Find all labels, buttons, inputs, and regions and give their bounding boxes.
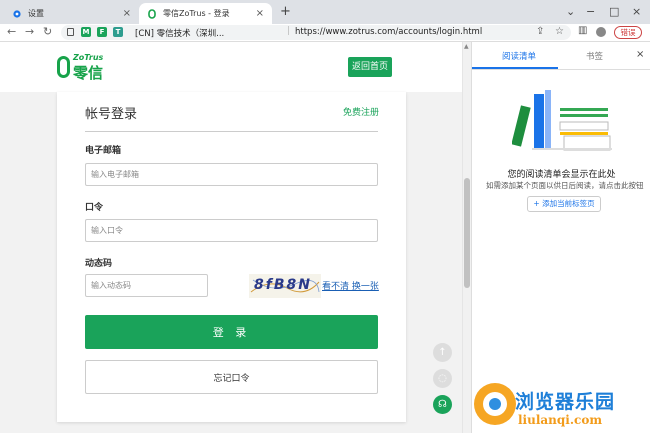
code-field[interactable] <box>85 274 208 297</box>
close-icon[interactable]: × <box>636 49 644 60</box>
add-current-tab-button[interactable]: + 添加当前标签页 <box>527 196 601 212</box>
reading-list-illustration-icon <box>512 90 612 151</box>
login-title: 帐号登录 <box>85 107 138 122</box>
window-close-icon[interactable]: × <box>632 5 641 18</box>
url-text[interactable]: https://www.zotrus.com/accounts/login.ht… <box>295 27 482 37</box>
empty-state-description: 如需添加某个页面以供日后阅读，请点击此按钮 <box>486 181 644 190</box>
site-identity-chip[interactable]: [CN] 零信技术（深圳... <box>135 27 224 39</box>
tab-zotrus-login[interactable]: 零信ZoTrus - 登录 × <box>139 3 272 24</box>
address-bar[interactable]: M F T [CN] 零信技术（深圳... | https://www.zotr… <box>61 25 571 40</box>
code-label: 动态码 <box>85 259 113 269</box>
zotrus-favicon-icon <box>148 8 156 19</box>
scroll-top-icon[interactable]: ↑ <box>433 343 452 362</box>
minimize-icon[interactable]: − <box>586 5 595 18</box>
chat-icon[interactable]: ◌ <box>433 369 452 388</box>
site-header: ZoTrus 零信 返回首页 <box>0 42 462 92</box>
email-label: 电子邮箱 <box>85 146 122 156</box>
tab-settings[interactable]: 设置 × <box>4 3 139 24</box>
error-button[interactable]: 错误 <box>614 26 642 39</box>
share-icon[interactable]: ⇪ <box>536 26 544 37</box>
refresh-captcha-link[interactable]: 看不清 换一张 <box>322 279 379 292</box>
watermark-title: 浏览器乐园 <box>515 391 616 413</box>
close-tab-icon[interactable]: × <box>123 8 131 19</box>
forgot-password-button[interactable]: 忘记口令 <box>85 360 378 394</box>
page-scrollbar[interactable]: ▲ <box>462 42 471 433</box>
zotrus-logo-icon[interactable] <box>57 56 70 78</box>
register-link[interactable]: 免费注册 <box>343 105 379 118</box>
password-label: 口令 <box>85 203 104 213</box>
extension-t-icon[interactable]: T <box>113 27 123 37</box>
lock-icon[interactable] <box>67 28 74 36</box>
side-panel-icon[interactable]: ▥ <box>578 25 587 36</box>
extension-m-icon[interactable]: M <box>81 27 91 37</box>
new-tab-button[interactable]: + <box>280 4 291 19</box>
tab-reading-list[interactable]: 阅读清单 <box>502 50 536 62</box>
maximize-icon[interactable]: □ <box>609 5 619 18</box>
scroll-up-arrow-icon[interactable]: ▲ <box>464 43 469 50</box>
empty-state-title: 您的阅读清单会显示在此处 <box>507 170 616 180</box>
logo-name: 零信 <box>73 64 104 82</box>
back-icon[interactable]: ← <box>7 25 16 38</box>
side-panel: 阅读清单 书签 × 您的阅读清单会显示在此处 如需添加某个页面以供日后阅读，请点… <box>471 42 650 433</box>
watermark-logo-icon <box>474 383 516 425</box>
forward-icon[interactable]: → <box>25 25 34 38</box>
home-button[interactable]: 返回首页 <box>348 57 392 77</box>
reload-icon[interactable]: ↻ <box>43 25 52 38</box>
password-field[interactable] <box>85 219 378 242</box>
avatar[interactable] <box>596 27 606 37</box>
gear-icon <box>13 9 21 18</box>
watermark-domain: liulanqi.com <box>518 413 603 427</box>
tab-label: 设置 <box>28 9 44 18</box>
login-card: 帐号登录 免费注册 电子邮箱 口令 动态码 8fB8N 看不清 换一张 登 录 … <box>57 92 406 422</box>
page-content: ZoTrus 零信 返回首页 帐号登录 免费注册 电子邮箱 口令 动态码 8fB… <box>0 42 462 433</box>
logo-brand: ZoTrus <box>73 53 104 62</box>
close-tab-icon[interactable]: × <box>256 8 264 19</box>
tab-label: 零信ZoTrus - 登录 <box>163 9 230 18</box>
tab-strip: 设置 × 零信ZoTrus - 登录 × + ⌄ − □ × <box>0 0 650 24</box>
divider <box>85 131 378 132</box>
tab-bookmarks[interactable]: 书签 <box>586 50 603 62</box>
scrollbar-thumb[interactable] <box>464 178 470 288</box>
watermark-logo-ring <box>483 392 507 416</box>
login-button[interactable]: 登 录 <box>85 315 378 349</box>
tab-search-icon[interactable]: ⌄ <box>566 5 575 18</box>
browser-toolbar: ← → ↻ M F T [CN] 零信技术（深圳... | https://ww… <box>0 24 650 42</box>
bookmark-star-icon[interactable]: ☆ <box>555 26 564 37</box>
watermark-logo-core <box>489 398 501 410</box>
extension-f-icon[interactable]: F <box>97 27 107 37</box>
captcha-image[interactable]: 8fB8N <box>249 274 321 298</box>
url-separator: | <box>287 26 291 36</box>
divider <box>472 69 650 70</box>
support-icon[interactable]: ☊ <box>433 395 452 414</box>
email-field[interactable] <box>85 163 378 186</box>
captcha-text: 8fB8N <box>254 277 312 293</box>
